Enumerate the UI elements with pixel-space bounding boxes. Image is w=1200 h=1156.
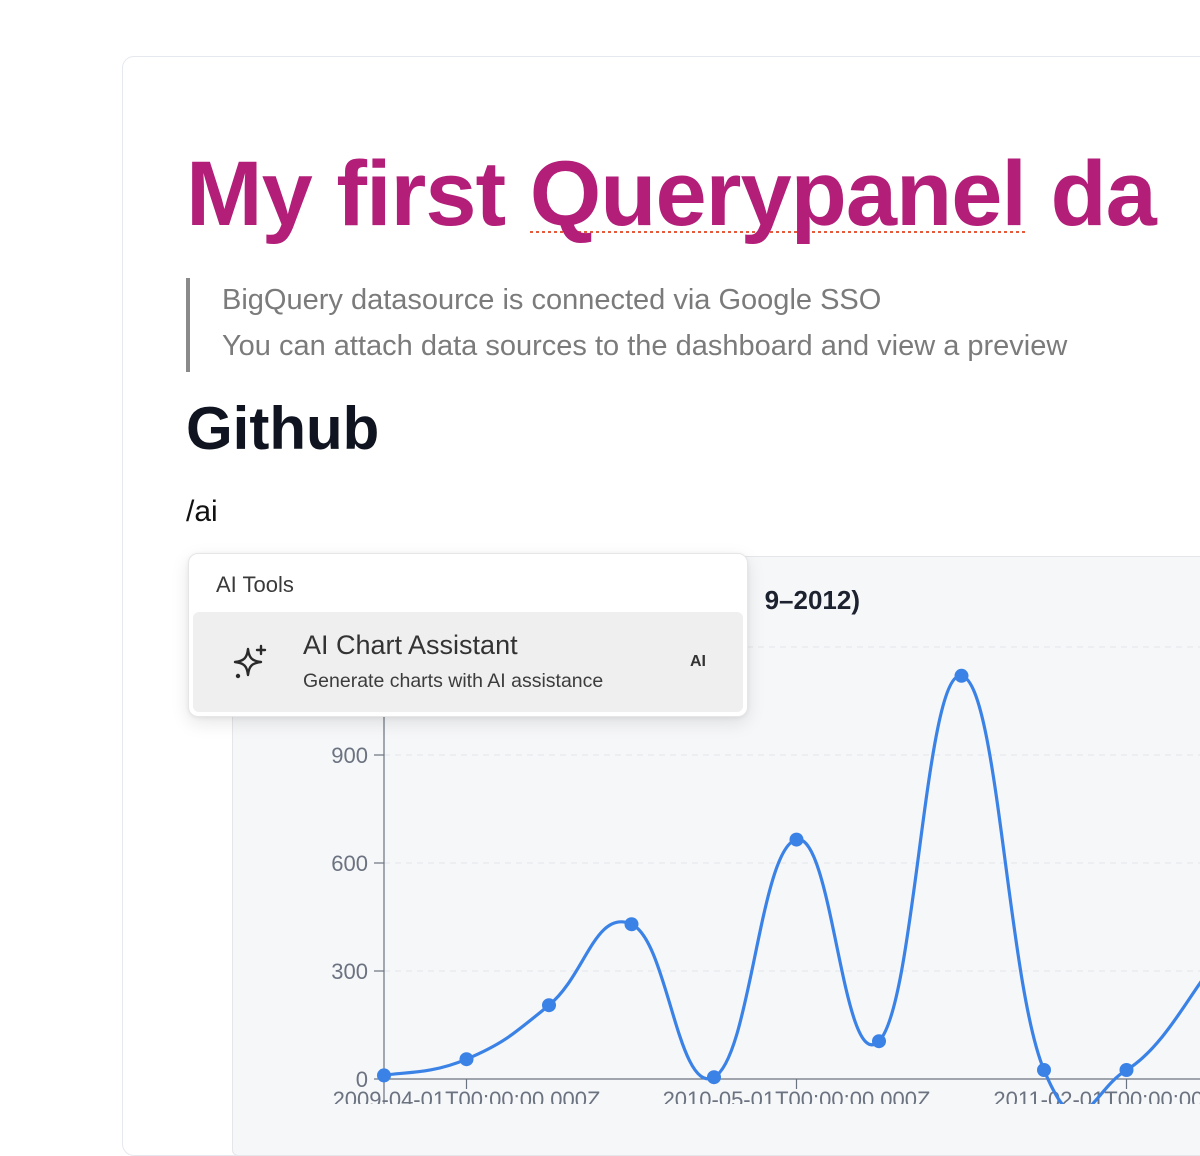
ai-chart-assistant-item[interactable]: AI Chart Assistant Generate charts with … — [193, 612, 743, 712]
x-tick-label: 2009-04-01T00:00:00.000Z — [333, 1087, 601, 1104]
data-point — [377, 1068, 391, 1083]
series-line — [383, 674, 1200, 1104]
data-point — [459, 1052, 474, 1067]
menu-item-title: AI Chart Assistant — [303, 630, 518, 660]
data-point — [954, 668, 969, 683]
y-tick-label: 900 — [331, 743, 368, 768]
data-point — [624, 917, 639, 932]
data-point — [1037, 1063, 1051, 1077]
ai-badge: AI — [690, 653, 706, 670]
menu-item-description: Generate charts with AI assistance — [303, 670, 604, 692]
sparkles-icon — [233, 644, 267, 679]
x-tick-label: 2010-05-01T00:00:00.000Z — [663, 1087, 931, 1104]
data-point — [542, 998, 556, 1013]
data-point — [707, 1070, 721, 1085]
y-tick-label: 300 — [331, 959, 368, 984]
y-tick-label: 600 — [331, 851, 368, 876]
data-point — [1119, 1063, 1134, 1077]
data-point — [872, 1034, 886, 1049]
ai-tools-menu: AI Tools AI Chart Assistant Generate cha… — [188, 553, 748, 717]
menu-header: AI Tools — [216, 572, 294, 597]
data-point — [789, 832, 804, 847]
line-chart: 03006009002009-04-01T00:00:00.000Z 2010-0… — [331, 600, 1200, 1104]
